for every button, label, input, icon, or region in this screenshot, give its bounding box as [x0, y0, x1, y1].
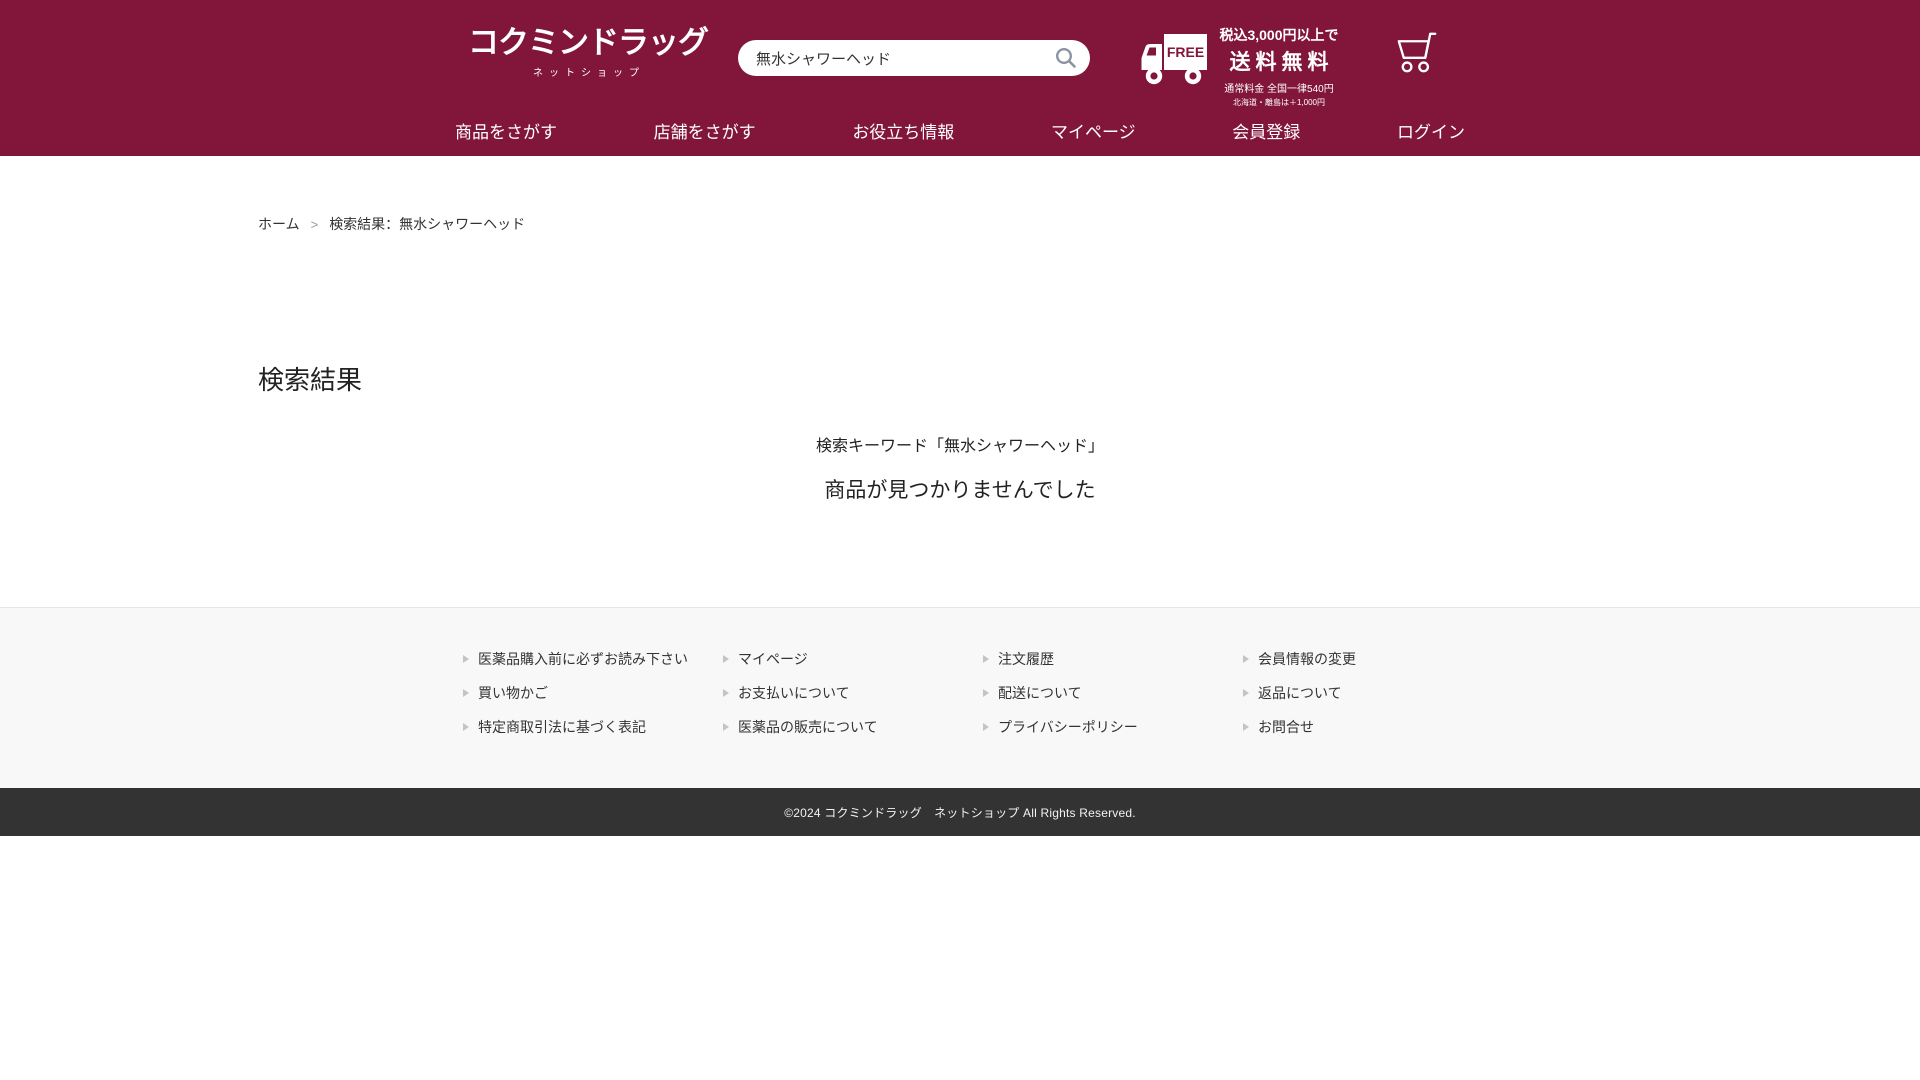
shipping-text: 税込3,000円以上で 送料無料 通常料金 全国一律540円 北海道・離島は＋1… — [1212, 25, 1346, 108]
breadcrumb-home[interactable]: ホーム — [258, 216, 300, 232]
triangle-marker-icon — [983, 723, 989, 731]
triangle-marker-icon — [463, 689, 469, 697]
search-button[interactable] — [1054, 46, 1078, 70]
shipping-threshold: 税込3,000円以上で — [1212, 25, 1346, 45]
nav-item-my-page[interactable]: マイページ — [1051, 118, 1136, 143]
footer-links-band: 医薬品購入前に必ずお読み下さい 買い物かご 特定商取引法に基づく表記 マイページ… — [0, 607, 1920, 788]
shipping-free-label: 送料無料 — [1212, 46, 1346, 76]
triangle-marker-icon — [983, 655, 989, 663]
footer-link-commercial-law[interactable]: 特定商取引法に基づく表記 — [463, 717, 723, 736]
footer-column-4: 会員情報の変更 返品について お問合せ — [1243, 649, 1503, 751]
triangle-marker-icon — [723, 723, 729, 731]
triangle-marker-icon — [1243, 723, 1249, 731]
shipping-normal-fee: 通常料金 全国一律540円 — [1212, 80, 1346, 95]
logo-subtext: ネットショップ — [468, 64, 704, 79]
nav-item-login[interactable]: ログイン — [1397, 118, 1465, 143]
footer-link-delivery[interactable]: 配送について — [983, 683, 1243, 702]
site-footer: 医薬品購入前に必ずお読み下さい 買い物かご 特定商取引法に基づく表記 マイページ… — [0, 607, 1920, 836]
main-nav: 商品をさがす 店舗をさがす お役立ち情報 マイページ 会員登録 ログイン — [0, 118, 1920, 143]
shipping-remote-fee: 北海道・離島は＋1,000円 — [1212, 97, 1346, 108]
footer-link-cart[interactable]: 買い物かご — [463, 683, 723, 702]
footer-column-1: 医薬品購入前に必ずお読み下さい 買い物かご 特定商取引法に基づく表記 — [463, 649, 723, 751]
free-badge-text: FREE — [1167, 44, 1204, 60]
nav-item-product-search[interactable]: 商品をさがす — [455, 118, 557, 143]
cart-icon — [1391, 28, 1443, 76]
search-keyword-line: 検索キーワード「無水シャワーヘッド」 — [0, 437, 1920, 456]
footer-column-3: 注文履歴 配送について プライバシーポリシー — [983, 649, 1243, 751]
triangle-marker-icon — [1243, 655, 1249, 663]
copyright-bar: ©2024 コクミンドラッグ ネットショップ All Rights Reserv… — [0, 788, 1920, 836]
logo-text: コクミンドラッグ — [468, 26, 704, 60]
breadcrumb-separator: > — [311, 217, 319, 232]
footer-link-drug-notice[interactable]: 医薬品購入前に必ずお読み下さい — [463, 649, 723, 668]
footer-column-2: マイページ お支払いについて 医薬品の販売について — [723, 649, 983, 751]
nav-item-register[interactable]: 会員登録 — [1232, 118, 1300, 143]
triangle-marker-icon — [463, 655, 469, 663]
search-box — [738, 40, 1090, 76]
footer-link-order-history[interactable]: 注文履歴 — [983, 649, 1243, 668]
breadcrumb-current: 検索結果：無水シャワーヘッド — [329, 216, 525, 232]
nav-item-store-search[interactable]: 店舗をさがす — [654, 118, 756, 143]
footer-link-contact[interactable]: お問合せ — [1243, 717, 1503, 736]
copyright-text: ©2024 コクミンドラッグ ネットショップ All Rights Reserv… — [784, 804, 1136, 821]
site-logo[interactable]: コクミンドラッグ ネットショップ — [468, 26, 704, 79]
footer-link-returns[interactable]: 返品について — [1243, 683, 1503, 702]
footer-link-privacy-policy[interactable]: プライバシーポリシー — [983, 717, 1243, 736]
site-header: コクミンドラッグ ネットショップ FREE 税込3,000円以上で 送料無料 通… — [0, 0, 1920, 156]
search-icon — [1054, 46, 1078, 70]
footer-link-my-page[interactable]: マイページ — [723, 649, 983, 668]
triangle-marker-icon — [463, 723, 469, 731]
free-shipping-banner: FREE 税込3,000円以上で 送料無料 通常料金 全国一律540円 北海道・… — [1141, 25, 1346, 108]
footer-link-payment[interactable]: お支払いについて — [723, 683, 983, 702]
triangle-marker-icon — [983, 689, 989, 697]
cart-button[interactable] — [1391, 28, 1443, 76]
search-input[interactable] — [738, 40, 1054, 76]
no-results-message: 商品が見つかりませんでした — [0, 478, 1920, 503]
triangle-marker-icon — [723, 689, 729, 697]
footer-link-drug-sales[interactable]: 医薬品の販売について — [723, 717, 983, 736]
page-title: 検索結果 — [258, 365, 1920, 396]
breadcrumb: ホーム > 検索結果：無水シャワーヘッド — [258, 214, 1920, 231]
footer-link-member-info[interactable]: 会員情報の変更 — [1243, 649, 1503, 668]
triangle-marker-icon — [723, 655, 729, 663]
main-content: 検索結果 検索キーワード「無水シャワーヘッド」 商品が見つかりませんでした — [0, 365, 1920, 503]
delivery-truck-icon: FREE — [1141, 34, 1207, 86]
nav-item-useful-info[interactable]: お役立ち情報 — [852, 118, 954, 143]
triangle-marker-icon — [1243, 689, 1249, 697]
